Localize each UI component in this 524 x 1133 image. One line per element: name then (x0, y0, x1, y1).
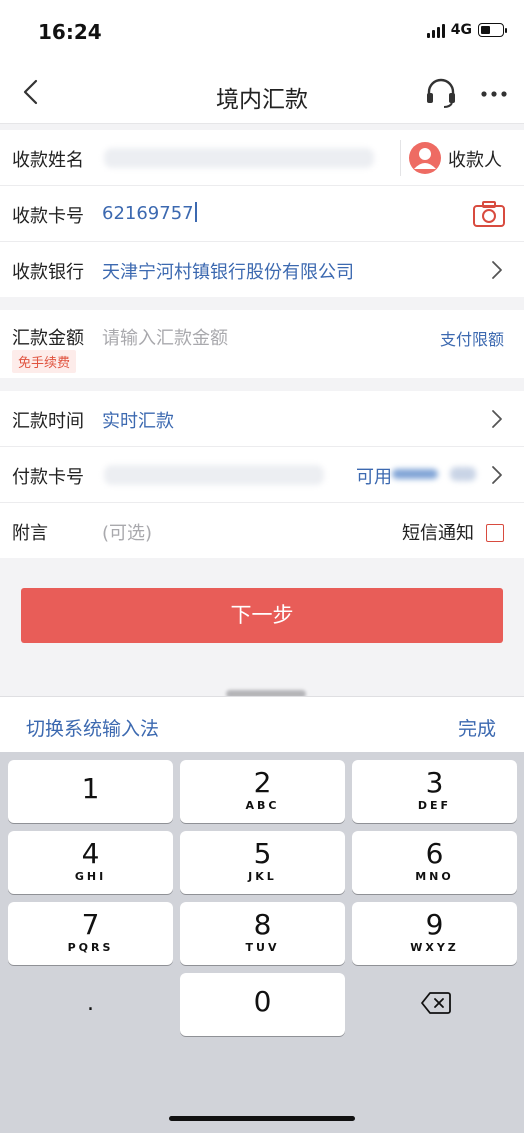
balance-blurred (392, 469, 438, 479)
key-4[interactable]: 4 GHI (8, 831, 173, 894)
key-letters: TUV (245, 941, 280, 954)
payment-section: 汇款时间 实时汇款 付款卡号 可用 附言 (可选) 短信通知 (0, 391, 524, 558)
key-0[interactable]: 0 (180, 973, 345, 1036)
bank-value: 天津宁河村镇银行股份有限公司 (102, 262, 354, 283)
numeric-keyboard: 1 2 ABC 3 DEF 4 GHI 5 JKL 6 MNO 7 PQRS 8… (0, 752, 524, 1133)
bank-label: 收款银行 (12, 262, 84, 283)
key-digit: 3 (425, 766, 444, 799)
card-number-input[interactable]: 62169757 (102, 202, 197, 224)
key-digit: . (87, 991, 94, 1016)
key-letters: ABC (245, 799, 280, 812)
headset-icon[interactable] (424, 76, 458, 110)
backspace-icon (421, 992, 451, 1014)
key-letters: GHI (74, 870, 107, 883)
payee-name-label: 收款姓名 (12, 150, 84, 171)
bank-row[interactable]: 收款银行 天津宁河村镇银行股份有限公司 (0, 242, 524, 298)
key-5[interactable]: 5 JKL (180, 831, 345, 894)
available-balance-label: 可用 (356, 467, 392, 488)
key-digit: 1 (81, 772, 100, 805)
battery-fill (481, 26, 490, 34)
recipient-button[interactable]: 收款人 (448, 146, 502, 172)
pay-card-value-blurred (104, 465, 324, 485)
battery-icon (478, 23, 507, 37)
key-digit: 8 (253, 908, 272, 941)
next-step-button[interactable]: 下一步 (21, 588, 503, 643)
key-3[interactable]: 3 DEF (352, 760, 517, 823)
payee-name-row[interactable]: 收款姓名 收款人 (0, 130, 524, 186)
divider (400, 140, 401, 176)
key-digit: 7 (81, 908, 100, 941)
switch-input-method-button[interactable]: 切换系统输入法 (26, 714, 159, 741)
chevron-right-icon (492, 466, 502, 484)
key-2[interactable]: 2 ABC (180, 760, 345, 823)
amount-label: 汇款金额 (12, 328, 84, 349)
payee-section: 收款姓名 收款人 收款卡号 62169757 收款银行 天津宁河村镇银行股份有限… (0, 130, 524, 297)
status-indicators: 4G (426, 22, 507, 38)
key-digit: 9 (425, 908, 444, 941)
card-number-value: 62169757 (102, 203, 194, 224)
note-label: 附言 (12, 523, 48, 544)
sms-notify-label: 短信通知 (402, 523, 474, 544)
key-letters: DEF (417, 799, 452, 812)
key-7[interactable]: 7 PQRS (8, 902, 173, 965)
balance-blurred-2 (450, 467, 476, 481)
key-6[interactable]: 6 MNO (352, 831, 517, 894)
more-dots-icon[interactable] (476, 76, 512, 110)
key-letters: WXYZ (410, 941, 459, 954)
payee-name-value-blurred (104, 148, 374, 168)
transfer-time-label: 汇款时间 (12, 411, 84, 432)
key-9[interactable]: 9 WXYZ (352, 902, 517, 965)
chevron-right-icon (492, 410, 502, 428)
note-row[interactable]: 附言 (可选) 短信通知 (0, 503, 524, 559)
transfer-time-row[interactable]: 汇款时间 实时汇款 (0, 391, 524, 447)
key-letters: MNO (415, 870, 454, 883)
key-letters: JKL (248, 870, 277, 883)
card-number-label: 收款卡号 (12, 206, 84, 227)
keyboard-toolbar: 切换系统输入法 完成 (0, 696, 524, 752)
status-time: 16:24 (38, 20, 102, 44)
key-digit: 6 (425, 837, 444, 870)
text-cursor (194, 202, 197, 222)
key-digit: 4 (81, 837, 100, 870)
key-1[interactable]: 1 (8, 760, 173, 823)
camera-icon[interactable] (472, 200, 506, 228)
amount-section: 汇款金额 请输入汇款金额 免手续费 支付限额 (0, 310, 524, 378)
amount-input[interactable]: 请输入汇款金额 (102, 324, 228, 350)
key-digit: 5 (253, 837, 272, 870)
key-digit: 2 (253, 766, 272, 799)
status-bar: 16:24 4G (0, 0, 524, 62)
sms-notify-checkbox[interactable] (486, 524, 504, 542)
recipient-avatar-icon[interactable] (408, 141, 442, 175)
key-digit: 0 (253, 985, 272, 1018)
note-input[interactable]: (可选) (102, 519, 152, 545)
done-button[interactable]: 完成 (458, 714, 496, 741)
key-8[interactable]: 8 TUV (180, 902, 345, 965)
pay-card-row[interactable]: 付款卡号 可用 (0, 447, 524, 503)
key-dot[interactable]: . (8, 973, 173, 1036)
fee-badge: 免手续费 (12, 350, 77, 373)
home-indicator (169, 1116, 355, 1121)
pay-card-label: 付款卡号 (12, 467, 84, 488)
signal-icon (426, 22, 445, 38)
pay-limit-link[interactable]: 支付限额 (440, 326, 504, 350)
card-number-row[interactable]: 收款卡号 62169757 (0, 186, 524, 242)
network-type: 4G (450, 22, 472, 38)
nav-bar: 境内汇款 (0, 62, 524, 124)
chevron-right-icon (492, 261, 502, 279)
transfer-time-value: 实时汇款 (102, 411, 174, 432)
delete-key[interactable] (352, 973, 517, 1036)
key-letters: PQRS (67, 941, 114, 954)
